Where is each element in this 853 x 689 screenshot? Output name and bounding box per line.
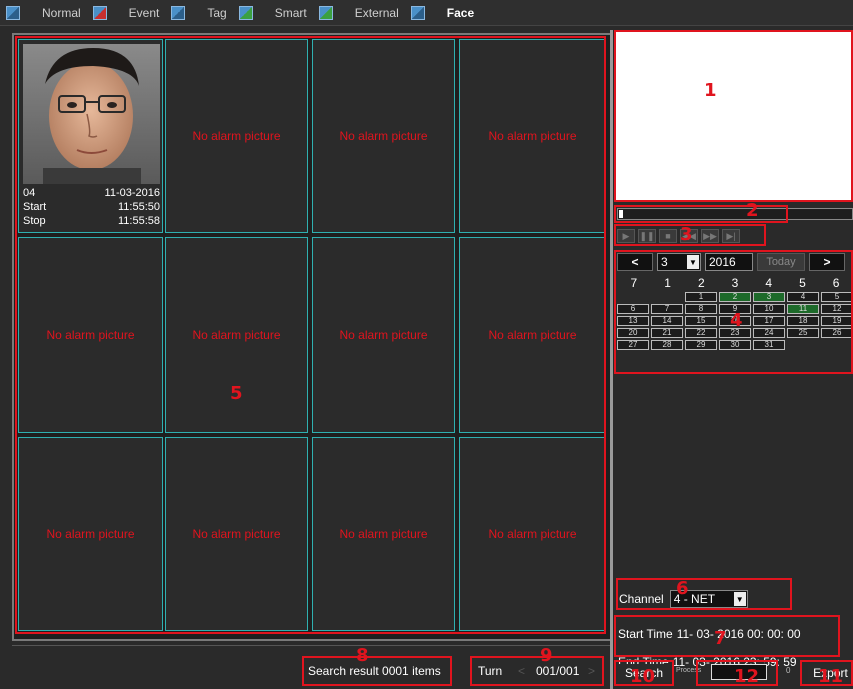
annotation-marker-2: 2	[746, 200, 759, 221]
alarm-picture-grid: 04 11-03-2016 Start 11:55:50 Stop 11:55:58 …	[12, 33, 612, 641]
annotation-marker-12: 12	[734, 666, 760, 687]
alarm-cell[interactable]: No alarm picture	[312, 437, 455, 631]
no-alarm-label: No alarm picture	[339, 328, 428, 342]
alarm-cell[interactable]: No alarm picture	[312, 39, 455, 233]
no-alarm-label: No alarm picture	[46, 527, 135, 541]
annotation-marker-4: 4	[730, 310, 743, 331]
page-prev-icon[interactable]: <	[518, 664, 525, 678]
search-result-text: Search result 0001 items	[308, 664, 441, 678]
capture-stop-time: 11:55:58	[117, 215, 160, 227]
no-alarm-label: No alarm picture	[192, 328, 281, 342]
alarm-cell[interactable]: No alarm picture	[459, 39, 606, 233]
annotation-marker-7: 7	[714, 628, 727, 649]
alarm-cell[interactable]: No alarm picture	[459, 237, 606, 433]
normal-icon	[6, 5, 20, 20]
capture-stop-label: Stop	[23, 215, 46, 227]
annotation-marker-8: 8	[356, 645, 369, 666]
record-type-tabbar: Normal Event Tag Smart External Face	[0, 0, 853, 26]
tab-normal[interactable]: Normal	[0, 0, 87, 26]
no-alarm-label: No alarm picture	[339, 527, 428, 541]
panel-divider	[610, 30, 613, 689]
alarm-cell[interactable]: No alarm picture	[165, 39, 308, 233]
no-alarm-label: No alarm picture	[46, 328, 135, 342]
alarm-cell[interactable]: No alarm picture	[165, 437, 308, 631]
external-icon	[318, 5, 333, 20]
face-icon	[410, 5, 425, 20]
face-capture-thumbnail	[23, 44, 160, 184]
no-alarm-label: No alarm picture	[488, 527, 577, 541]
annotation-marker-5: 5	[230, 383, 243, 404]
no-alarm-label: No alarm picture	[192, 129, 281, 143]
no-alarm-label: No alarm picture	[488, 328, 577, 342]
annotation-box-1	[614, 30, 853, 202]
tab-face[interactable]: Face	[405, 0, 480, 26]
annotation-box-6	[616, 578, 792, 610]
alarm-cell[interactable]: No alarm picture	[459, 437, 606, 631]
event-icon	[92, 5, 107, 20]
annotation-marker-11: 11	[818, 666, 844, 687]
face-capture-card[interactable]: 04 11-03-2016 Start 11:55:50 Stop 11:55:58	[18, 39, 163, 233]
tab-event[interactable]: Event	[87, 0, 166, 26]
capture-start-label: Start	[23, 201, 47, 213]
annotation-marker-9: 9	[540, 645, 553, 666]
no-alarm-label: No alarm picture	[488, 129, 577, 143]
tab-tag[interactable]: Tag	[165, 0, 232, 26]
alarm-cell[interactable]: No alarm picture	[18, 437, 163, 631]
smart-icon	[238, 5, 253, 20]
face-capture-info: 04 11-03-2016 Start 11:55:50 Stop 11:55:58	[23, 186, 160, 228]
annotation-marker-3: 3	[680, 224, 693, 245]
annotation-marker-10: 10	[630, 666, 656, 687]
annotation-marker-1: 1	[704, 80, 717, 101]
capture-channel: 04	[23, 187, 36, 199]
process-value: 0	[786, 666, 791, 675]
capture-date: 11-03-2016	[104, 187, 160, 199]
capture-start-time: 11:55:50	[117, 201, 160, 213]
alarm-cell[interactable]: No alarm picture	[312, 237, 455, 433]
page-next-icon[interactable]: >	[588, 664, 595, 678]
turn-label: Turn	[478, 664, 503, 678]
no-alarm-label: No alarm picture	[339, 129, 428, 143]
tab-external[interactable]: External	[313, 0, 405, 26]
tab-smart[interactable]: Smart	[233, 0, 313, 26]
page-indicator: 001/001	[536, 664, 580, 678]
alarm-cell[interactable]: No alarm picture	[18, 237, 163, 433]
annotation-marker-6: 6	[676, 578, 689, 599]
no-alarm-label: No alarm picture	[192, 527, 281, 541]
annotation-box-7	[614, 615, 840, 657]
annotation-box-2	[614, 205, 788, 223]
tag-icon	[171, 5, 186, 20]
